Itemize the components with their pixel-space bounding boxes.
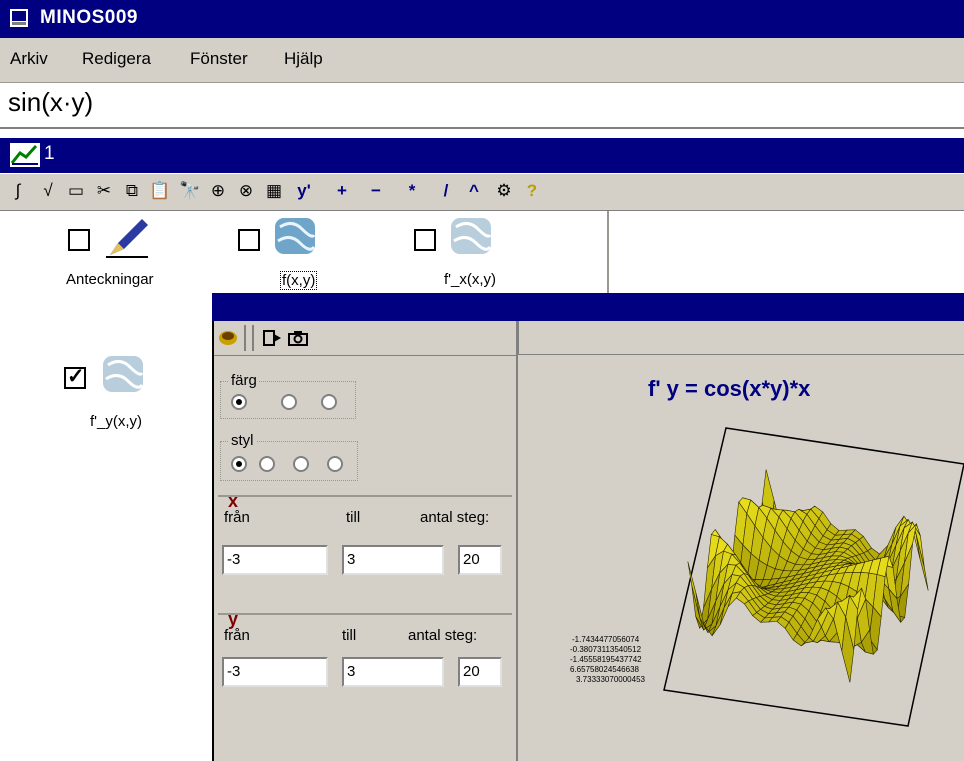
axis-value: -0.38073113540512 — [570, 645, 642, 654]
object-checkbox-anteckningar[interactable] — [68, 229, 90, 251]
camera-icon[interactable] — [288, 329, 308, 347]
menu-redigera[interactable]: Redigera — [82, 49, 151, 69]
color-radio-2[interactable] — [281, 394, 297, 410]
x-range-panel: x från till antal steg: -3 3 20 — [218, 491, 512, 591]
plot-graph-toolbar — [518, 321, 964, 355]
toolbar-separator — [244, 325, 246, 351]
checkmark-icon: ✓ — [67, 365, 85, 388]
globe2-button[interactable]: ⊗ — [234, 178, 258, 204]
child-window-titlebar: 1 — [0, 138, 964, 173]
object-checkbox-fy[interactable]: ✓ — [64, 365, 86, 389]
plot-window: färg styl x från till antal steg: -3 3 2… — [212, 321, 964, 761]
color-radio-3[interactable] — [321, 394, 337, 410]
paste-button[interactable]: 📋 — [148, 178, 172, 204]
plot-toolbar — [214, 321, 516, 356]
surface-plot — [663, 427, 964, 727]
surface-icon — [275, 218, 316, 254]
color-radio-1[interactable] — [231, 394, 247, 410]
object-label-anteckningar[interactable]: Anteckningar — [66, 271, 154, 288]
globe-button[interactable]: ⊕ — [206, 178, 230, 204]
color-wheel-icon[interactable] — [218, 329, 238, 347]
surface-icon — [451, 218, 492, 254]
surface-cell — [687, 561, 701, 618]
calculator-button[interactable]: ▦ — [262, 178, 286, 204]
y-from-label: från — [224, 627, 250, 644]
y-range-panel: y från till antal steg: -3 3 20 — [218, 609, 512, 709]
multiply-button[interactable]: * — [400, 178, 424, 204]
x-from-input[interactable]: -3 — [222, 545, 328, 575]
child-window-title: 1 — [44, 143, 55, 164]
y-to-input[interactable]: 3 — [342, 657, 444, 687]
x-steps-input[interactable]: 20 — [458, 545, 502, 575]
toolbar-separator — [252, 325, 254, 351]
style-group: styl — [220, 432, 358, 481]
frame-button[interactable]: ▭ — [64, 178, 88, 204]
x-from-label: från — [224, 509, 250, 526]
plot-window-titlebar — [212, 293, 964, 321]
divide-button[interactable]: / — [434, 178, 458, 204]
y-from-input[interactable]: -3 — [222, 657, 328, 687]
cut-button[interactable]: ✂ — [92, 178, 116, 204]
object-label-fy[interactable]: f'_y(x,y) — [90, 413, 142, 430]
object-label-fxy[interactable]: f(x,y) — [280, 271, 318, 290]
graph-icon — [10, 143, 40, 167]
style-radio-2[interactable] — [259, 456, 275, 472]
object-label-fx[interactable]: f'_x(x,y) — [444, 271, 496, 288]
plot-graph-area[interactable]: f' y = cos(x*y)*x -1.7434477056074 -0.38… — [518, 356, 964, 761]
surface-mesh — [687, 469, 929, 683]
app-titlebar: MINOS009 — [0, 0, 964, 38]
derivative-button[interactable]: y' — [292, 178, 316, 204]
menu-bar: Arkiv Redigera Fönster Hjälp — [0, 38, 964, 83]
settings-button[interactable]: ⚙ — [492, 178, 516, 204]
axis-value: 3.73333070000453 — [576, 675, 645, 684]
x-steps-label: antal steg: — [420, 509, 490, 526]
copy-button[interactable]: ⧉ — [120, 178, 144, 204]
object-checkbox-fxy[interactable] — [238, 229, 260, 251]
axis-value: -1.7434477056074 — [572, 635, 640, 644]
help-button[interactable]: ? — [520, 178, 544, 204]
object-checkbox-fx[interactable] — [414, 229, 436, 251]
menu-fonster[interactable]: Fönster — [190, 49, 248, 69]
binoculars-button[interactable]: 🔭 — [178, 178, 202, 204]
object-area-right — [607, 211, 964, 293]
formula-text[interactable]: sin(x·y) — [8, 87, 93, 118]
sqrt-button[interactable]: √ — [36, 178, 60, 204]
axis-value: 6.65758024546638 — [570, 665, 639, 674]
style-radio-3[interactable] — [293, 456, 309, 472]
surface-icon — [103, 356, 144, 392]
app-icon — [10, 9, 28, 27]
x-to-label: till — [346, 509, 361, 526]
formula-field[interactable]: sin(x·y) — [0, 83, 964, 129]
pen-icon — [106, 219, 148, 258]
app-title: MINOS009 — [40, 7, 138, 28]
y-to-label: till — [342, 627, 357, 644]
minus-button[interactable]: − — [364, 178, 388, 204]
y-steps-input[interactable]: 20 — [458, 657, 502, 687]
power-button[interactable]: ^ — [462, 178, 486, 204]
color-group: färg — [220, 372, 356, 419]
menu-arkiv[interactable]: Arkiv — [10, 49, 48, 69]
style-radio-4[interactable] — [327, 456, 343, 472]
axis-value: -1.45558195437742 — [570, 655, 642, 664]
y-steps-label: antal steg: — [408, 627, 478, 644]
style-radio-1[interactable] — [231, 456, 247, 472]
math-toolbar: ∫ √ ▭ ✂ ⧉ 📋 🔭 ⊕ ⊗ ▦ y' + − * / ^ ⚙ ? — [0, 174, 964, 211]
style-group-label: styl — [229, 432, 256, 449]
plus-button[interactable]: + — [330, 178, 354, 204]
x-to-input[interactable]: 3 — [342, 545, 444, 575]
integral-button[interactable]: ∫ — [6, 178, 30, 204]
menu-hjalp[interactable]: Hjälp — [284, 49, 323, 69]
export-icon[interactable] — [262, 328, 282, 348]
color-group-label: färg — [229, 372, 259, 389]
